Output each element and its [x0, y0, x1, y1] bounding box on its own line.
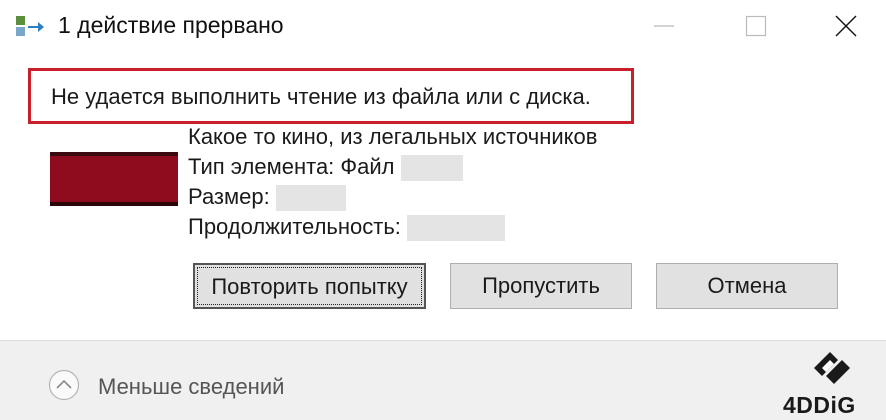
file-type-row: Тип элемента: Файл: [188, 154, 463, 182]
error-message-box: Не удается выполнить чтение из файла или…: [28, 68, 634, 124]
chevron-up-circle-icon[interactable]: [48, 369, 80, 401]
redacted-value: [275, 185, 346, 212]
close-icon: [835, 15, 857, 37]
watermark-text: 4DDiG: [783, 392, 856, 418]
close-button[interactable]: [800, 0, 886, 52]
file-size-row: Размер:: [188, 184, 346, 212]
file-name: Какое то кино, из легальных источников: [188, 124, 598, 149]
fewer-details-toggle[interactable]: Меньше сведений: [98, 374, 284, 400]
minimize-button[interactable]: [618, 0, 710, 52]
skip-button[interactable]: Пропустить: [450, 263, 632, 309]
minimize-icon: [654, 25, 674, 27]
4ddig-logo-icon: [814, 352, 850, 384]
file-size-label: Размер:: [188, 184, 270, 209]
redacted-value: [400, 155, 463, 182]
file-duration-label: Продолжительность:: [188, 214, 401, 239]
cancel-button[interactable]: Отмена: [656, 263, 838, 309]
retry-button-label: Повторить попытку: [211, 274, 408, 299]
file-type-label: Тип элемента: Файл: [188, 154, 395, 179]
file-duration-row: Продолжительность:: [188, 214, 505, 242]
maximize-button[interactable]: [710, 0, 802, 52]
title-bar: 1 действие прервано: [0, 0, 886, 52]
file-thumbnail: [50, 152, 178, 206]
file-copy-icon: [16, 16, 44, 36]
redacted-value: [406, 215, 505, 242]
error-message: Не удается выполнить чтение из файла или…: [51, 84, 591, 109]
window-title: 1 действие прервано: [58, 12, 284, 38]
retry-button[interactable]: Повторить попытку: [193, 263, 426, 309]
footer: Меньше сведений: [0, 341, 886, 420]
maximize-icon: [745, 15, 767, 37]
